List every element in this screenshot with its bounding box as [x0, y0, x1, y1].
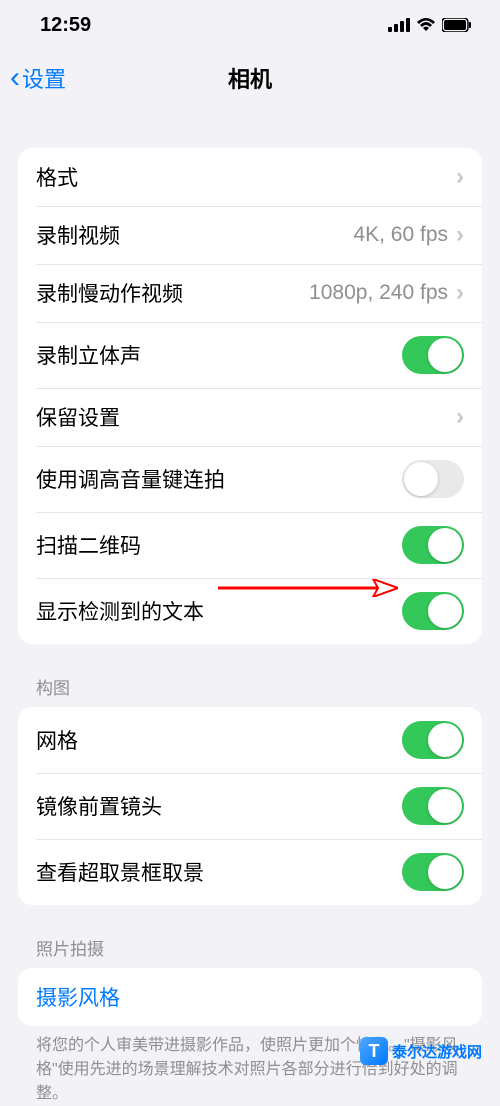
toggle-grid[interactable] — [402, 721, 464, 759]
page-title: 相机 — [228, 62, 272, 94]
row-record-slomo[interactable]: 录制慢动作视频 1080p, 240 fps › — [18, 264, 482, 322]
row-record-stereo: 录制立体声 — [18, 322, 482, 388]
row-photographic-styles[interactable]: 摄影风格 — [18, 968, 482, 1026]
settings-group-photo-capture: 摄影风格 — [18, 968, 482, 1026]
row-format[interactable]: 格式 › — [18, 148, 482, 206]
row-label: 录制视频 — [36, 220, 353, 250]
section-header-composition: 构图 — [0, 644, 500, 707]
row-label: 使用调高音量键连拍 — [36, 464, 402, 494]
row-label: 录制立体声 — [36, 340, 402, 370]
row-label: 查看超取景框取景 — [36, 857, 402, 887]
row-scan-qr: 扫描二维码 — [18, 512, 482, 578]
row-label: 录制慢动作视频 — [36, 278, 309, 308]
chevron-right-icon: › — [456, 163, 464, 191]
wifi-icon — [416, 18, 436, 32]
row-label: 扫描二维码 — [36, 530, 402, 560]
nav-bar: ‹ 设置 相机 — [0, 50, 500, 106]
watermark: T 泰尔达游戏网 — [360, 1037, 482, 1065]
status-bar: 12:59 — [0, 0, 500, 50]
toggle-detect-text[interactable] — [402, 592, 464, 630]
row-preserve-settings[interactable]: 保留设置 › — [18, 388, 482, 446]
chevron-right-icon: › — [456, 279, 464, 307]
row-volume-burst: 使用调高音量键连拍 — [18, 446, 482, 512]
watermark-text: 泰尔达游戏网 — [392, 1041, 482, 1062]
chevron-left-icon: ‹ — [10, 63, 20, 93]
row-label: 格式 — [36, 162, 456, 192]
back-button[interactable]: ‹ 设置 — [10, 62, 66, 94]
row-label: 网格 — [36, 725, 402, 755]
chevron-right-icon: › — [456, 403, 464, 431]
row-label: 摄影风格 — [36, 982, 464, 1012]
row-mirror-front: 镜像前置镜头 — [18, 773, 482, 839]
row-detail: 4K, 60 fps — [353, 223, 448, 247]
chevron-right-icon: › — [456, 221, 464, 249]
row-detect-text: 显示检测到的文本 — [18, 578, 482, 644]
status-time: 12:59 — [40, 14, 91, 37]
toggle-record-stereo[interactable] — [402, 336, 464, 374]
battery-icon — [442, 18, 472, 32]
row-record-video[interactable]: 录制视频 4K, 60 fps › — [18, 206, 482, 264]
row-label: 镜像前置镜头 — [36, 791, 402, 821]
section-header-photo-capture: 照片拍摄 — [0, 905, 500, 968]
toggle-scan-qr[interactable] — [402, 526, 464, 564]
watermark-logo: T — [360, 1037, 388, 1065]
row-grid: 网格 — [18, 707, 482, 773]
back-label: 设置 — [22, 62, 66, 94]
settings-group-main: 格式 › 录制视频 4K, 60 fps › 录制慢动作视频 1080p, 24… — [18, 148, 482, 644]
row-label: 保留设置 — [36, 402, 456, 432]
row-detail: 1080p, 240 fps — [309, 281, 448, 305]
status-icons — [388, 18, 472, 32]
toggle-view-outside-frame[interactable] — [402, 853, 464, 891]
toggle-mirror-front[interactable] — [402, 787, 464, 825]
toggle-volume-burst[interactable] — [402, 460, 464, 498]
row-view-outside-frame: 查看超取景框取景 — [18, 839, 482, 905]
cellular-icon — [388, 18, 410, 32]
row-label: 显示检测到的文本 — [36, 596, 402, 626]
settings-group-composition: 网格 镜像前置镜头 查看超取景框取景 — [18, 707, 482, 905]
